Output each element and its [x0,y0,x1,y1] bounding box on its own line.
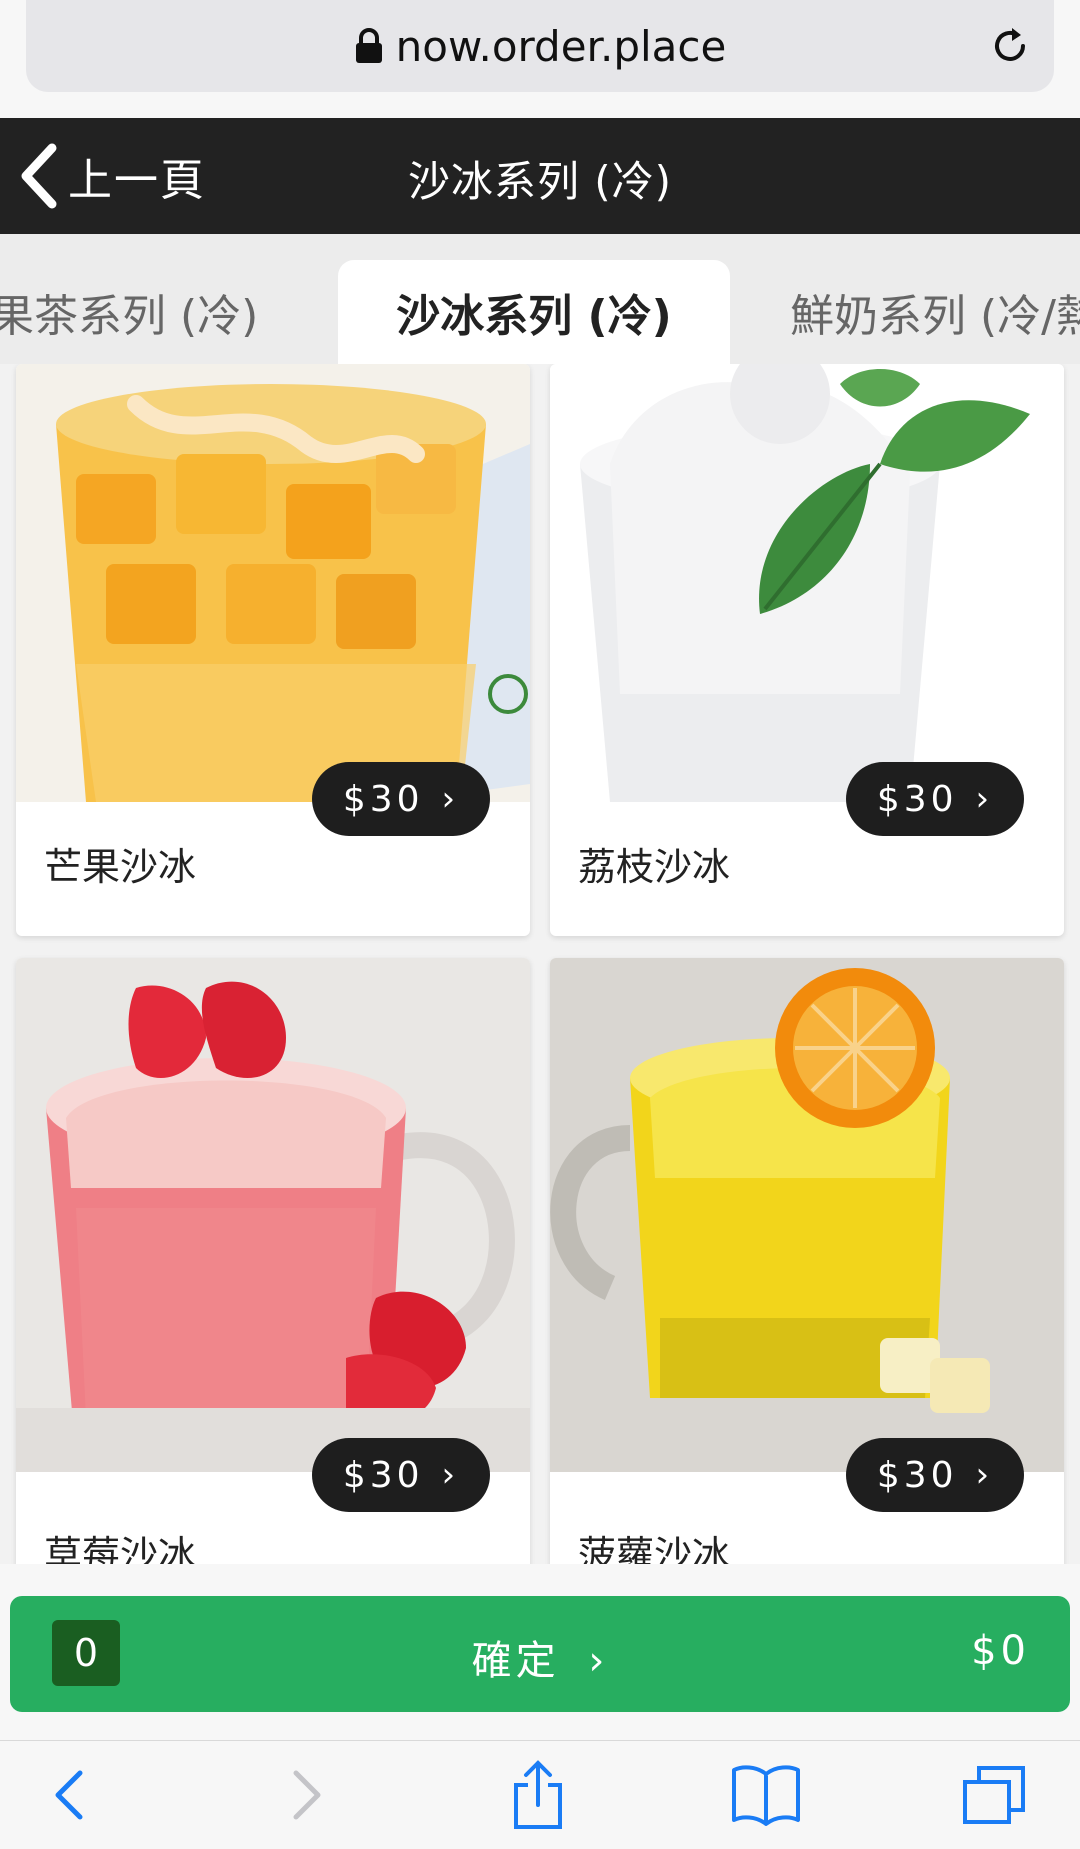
tab-fruit-tea[interactable]: 果茶系列 (冷) [0,260,290,364]
bookmarks-button[interactable] [730,1759,802,1831]
book-icon [732,1765,800,1826]
browser-back-button[interactable] [34,1759,106,1831]
price-button[interactable]: $30 › [846,1438,1024,1512]
chevron-right-icon: › [975,779,994,819]
chevron-right-icon: › [441,1455,460,1495]
confirm-label: 確定 › [10,1628,1070,1686]
confirm-button[interactable]: 0 確定 › $0 [10,1596,1070,1712]
chevron-right-icon: › [975,1455,994,1495]
chevron-left-icon [55,1770,83,1820]
price-label: $30 [876,1454,958,1496]
page-title: 沙冰系列 (冷) [407,157,673,206]
product-card-strawberry[interactable]: $30 › 草莓沙冰 [16,958,530,1564]
lock-icon [355,28,382,63]
product-name: 芒果沙冰 [44,845,197,889]
product-card-pineapple[interactable]: $30 › 菠蘿沙冰 [550,958,1064,1564]
share-icon [514,1760,562,1829]
product-image [550,958,1064,1472]
address-bar[interactable]: now.order.place [26,0,1054,92]
tabs-icon [963,1766,1025,1824]
product-grid: $30 › 芒果沙冰 $30 › 荔枝沙冰 $30 › 草莓沙冰 $30 › 菠… [0,364,1080,1564]
tabs-button[interactable] [958,1759,1030,1831]
url-text: now.order.place [395,21,727,71]
product-card-mango[interactable]: $30 › 芒果沙冰 [16,364,530,936]
price-button[interactable]: $30 › [846,762,1024,836]
price-button[interactable]: $30 › [312,762,490,836]
price-button[interactable]: $30 › [312,1438,490,1512]
product-image [16,364,530,802]
confirm-text: 確定 [471,1638,560,1684]
chevron-right-icon: › [441,779,460,819]
tab-slush[interactable]: 沙冰系列 (冷) [338,260,730,364]
tab-fresh-milk[interactable]: 鮮奶系列 (冷/熱 [790,260,1080,364]
price-label: $30 [342,778,424,820]
browser-address-area: now.order.place [0,0,1080,118]
product-name: 荔枝沙冰 [578,845,731,889]
price-label: $30 [342,1454,424,1496]
chevron-right-icon: › [588,1638,609,1684]
chevron-right-icon [293,1770,321,1820]
browser-forward-button[interactable] [270,1759,342,1831]
product-image [550,364,1064,802]
share-button[interactable] [502,1759,574,1831]
cart-total: $0 [971,1628,1030,1674]
product-card-lychee[interactable]: $30 › 荔枝沙冰 [550,364,1064,936]
product-name: 草莓沙冰 [44,1533,197,1564]
reload-icon[interactable] [988,24,1032,68]
browser-toolbar [0,1740,1080,1849]
product-name: 菠蘿沙冰 [578,1533,731,1564]
category-tabs: 果茶系列 (冷) 沙冰系列 (冷) 鮮奶系列 (冷/熱 [0,234,1080,364]
checkout-bar: 0 確定 › $0 [0,1564,1080,1740]
price-label: $30 [876,778,958,820]
app-header: 上一頁 沙冰系列 (冷) [0,118,1080,234]
product-image [16,958,530,1472]
